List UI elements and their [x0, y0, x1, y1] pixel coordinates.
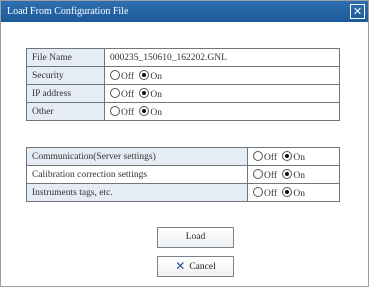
radio-checked-icon: [282, 186, 293, 197]
security-label: Security: [26, 66, 105, 85]
calibration-label: Calibration correction settings: [26, 165, 248, 184]
table-row: IP address Off On: [26, 84, 340, 103]
other-radio-group: Off On: [104, 102, 340, 121]
load-button-label: Load: [185, 232, 206, 242]
dialog-title: Load From Configuration File: [7, 6, 129, 17]
load-options-table: Communication(Server settings) Off On Ca…: [26, 147, 340, 202]
ip-address-off-radio[interactable]: Off: [110, 87, 135, 100]
calibration-on-radio[interactable]: On: [282, 168, 306, 181]
radio-label: On: [150, 89, 163, 100]
radio-checked-icon: [139, 105, 150, 116]
security-on-radio[interactable]: On: [139, 69, 163, 82]
radio-label: On: [150, 107, 163, 118]
instruments-tags-on-radio[interactable]: On: [282, 186, 306, 199]
radio-label: On: [293, 188, 306, 199]
other-on-radio[interactable]: On: [139, 105, 163, 118]
table-row: File Name 000235_150610_162202.GNL: [26, 48, 340, 67]
instruments-tags-off-radio[interactable]: Off: [253, 186, 278, 199]
instruments-tags-label: Instruments tags, etc.: [26, 183, 248, 202]
radio-checked-icon: [282, 168, 293, 179]
ip-address-on-radio[interactable]: On: [139, 87, 163, 100]
radio-checked-icon: [139, 69, 150, 80]
radio-unchecked-icon: [253, 168, 263, 179]
load-button[interactable]: Load: [157, 227, 234, 248]
communication-label: Communication(Server settings): [26, 147, 248, 166]
file-name-value: 000235_150610_162202.GNL: [104, 48, 340, 67]
close-icon[interactable]: ✕: [350, 4, 365, 19]
table-row: Instruments tags, etc. Off On: [26, 183, 340, 202]
cancel-button[interactable]: ✕ Cancel: [157, 256, 234, 277]
file-settings-table: File Name 000235_150610_162202.GNL Secur…: [26, 48, 340, 121]
radio-unchecked-icon: [253, 186, 263, 197]
table-row: Calibration correction settings Off On: [26, 165, 340, 184]
calibration-off-radio[interactable]: Off: [253, 168, 278, 181]
load-config-dialog: Load From Configuration File ✕ File Name…: [0, 0, 369, 287]
radio-unchecked-icon: [110, 69, 120, 80]
radio-label: On: [150, 71, 163, 82]
security-radio-group: Off On: [104, 66, 340, 85]
title-bar: Load From Configuration File ✕: [1, 1, 368, 22]
other-off-radio[interactable]: Off: [110, 105, 135, 118]
table-row: Other Off On: [26, 102, 340, 121]
table-row: Communication(Server settings) Off On: [26, 147, 340, 166]
radio-label: On: [293, 152, 306, 163]
radio-label: Off: [264, 170, 278, 181]
security-off-radio[interactable]: Off: [110, 69, 135, 82]
radio-label: Off: [121, 107, 135, 118]
file-name-label: File Name: [26, 48, 105, 67]
radio-label: On: [293, 170, 306, 181]
radio-unchecked-icon: [253, 150, 263, 161]
ip-address-label: IP address: [26, 84, 105, 103]
radio-unchecked-icon: [110, 87, 120, 98]
radio-checked-icon: [282, 150, 293, 161]
calibration-radio-group: Off On: [247, 165, 340, 184]
radio-label: Off: [121, 71, 135, 82]
radio-label: Off: [264, 188, 278, 199]
instruments-tags-radio-group: Off On: [247, 183, 340, 202]
communication-off-radio[interactable]: Off: [253, 150, 278, 163]
communication-on-radio[interactable]: On: [282, 150, 306, 163]
radio-unchecked-icon: [110, 105, 120, 116]
other-label: Other: [26, 102, 105, 121]
radio-label: Off: [264, 152, 278, 163]
radio-label: Off: [121, 89, 135, 100]
radio-checked-icon: [139, 87, 150, 98]
x-icon: ✕: [175, 259, 186, 273]
cancel-button-label: Cancel: [189, 262, 216, 272]
ip-address-radio-group: Off On: [104, 84, 340, 103]
table-row: Security Off On: [26, 66, 340, 85]
communication-radio-group: Off On: [247, 147, 340, 166]
